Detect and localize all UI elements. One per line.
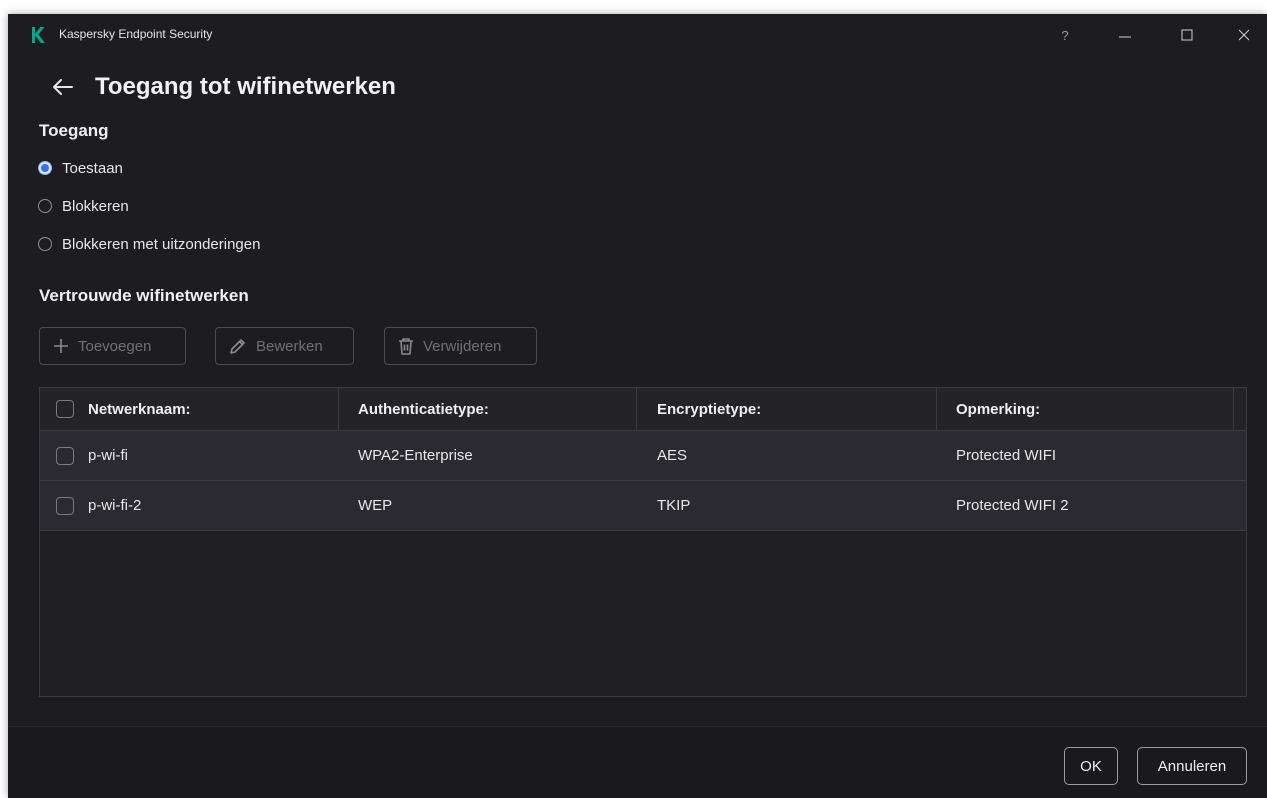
edit-button-label: Bewerken [256,337,323,355]
kaspersky-logo-icon [32,27,45,43]
ok-button-label: OK [1080,757,1102,775]
network-name: p-wi-fi [88,447,128,464]
radio-allow[interactable]: Toestaan [38,156,123,180]
cell-network-name: p-wi-fi-2 [56,481,141,530]
cancel-button-label: Annuleren [1157,757,1227,775]
minimize-button[interactable] [1102,14,1148,56]
access-section-title: Toegang [39,121,109,140]
column-divider[interactable] [936,388,937,430]
table-row[interactable]: p-wi-fi WPA2-Enterprise AES Protected WI… [40,431,1246,481]
add-button-label: Toevoegen [78,337,152,355]
plus-icon [54,339,68,353]
radio-block-with-exceptions[interactable]: Blokkeren met uitzonderingen [38,232,260,256]
column-header-label: Authenticatietype: [358,400,489,418]
column-header-label: Netwerknaam: [88,400,191,418]
cell-auth-type: WEP [358,497,393,514]
cancel-button[interactable]: Annuleren [1137,747,1247,785]
network-name: p-wi-fi-2 [88,497,142,514]
trash-icon [399,338,413,355]
column-network-name[interactable]: Netwerknaam: [56,388,191,430]
page-title: Toegang tot wifinetwerken [95,73,396,100]
column-divider[interactable] [338,388,339,430]
cell-encryption-type: AES [657,447,688,464]
radio-allow-label: Toestaan [62,159,123,177]
back-button[interactable] [48,72,82,102]
column-divider[interactable] [636,388,637,430]
column-comment[interactable]: Opmerking: [956,388,1040,430]
cell-auth-type: WPA2-Enterprise [358,447,473,464]
radio-button[interactable] [38,237,52,251]
edit-button[interactable]: Bewerken [215,327,354,365]
ok-button[interactable]: OK [1064,747,1118,785]
table-header: Netwerknaam: Authenticatietype: Encrypti… [40,388,1246,431]
select-all-checkbox[interactable] [56,400,74,418]
dialog-footer: OK Annuleren [8,726,1267,798]
row-checkbox[interactable] [56,496,74,515]
maximize-icon [1181,29,1193,41]
trusted-networks-table: Netwerknaam: Authenticatietype: Encrypti… [39,387,1247,697]
radio-block[interactable]: Blokkeren [38,194,129,218]
maximize-button[interactable] [1164,14,1210,56]
help-icon: ? [1061,27,1069,43]
delete-button[interactable]: Verwijderen [384,327,537,365]
pencil-icon [230,339,245,354]
delete-button-label: Verwijderen [423,337,502,355]
app-window: Kaspersky Endpoint Security ? Toegang to… [8,14,1267,798]
column-header-label: Encryptietype: [657,400,762,418]
radio-block-label: Blokkeren [62,197,129,215]
cell-network-name: p-wi-fi [56,431,128,480]
app-title: Kaspersky Endpoint Security [59,27,213,41]
radio-button-selected[interactable] [38,161,52,175]
table-row[interactable]: p-wi-fi-2 WEP TKIP Protected WIFI 2 [40,481,1246,531]
help-button[interactable]: ? [1042,14,1088,56]
cell-encryption-type: TKIP [657,497,691,514]
column-auth-type[interactable]: Authenticatietype: [358,388,489,430]
close-icon [1238,29,1250,41]
title-bar: Kaspersky Endpoint Security ? [8,14,1267,56]
close-button[interactable] [1221,14,1267,56]
arrow-left-icon [53,79,73,95]
column-encryption-type[interactable]: Encryptietype: [657,388,761,430]
trusted-networks-title: Vertrouwde wifinetwerken [39,286,249,305]
column-divider[interactable] [1233,388,1234,430]
add-button[interactable]: Toevoegen [39,327,186,365]
minimize-icon [1119,36,1131,38]
cell-comment: Protected WIFI [956,447,1057,464]
row-checkbox[interactable] [56,446,74,465]
radio-button[interactable] [38,199,52,213]
column-header-label: Opmerking: [956,400,1041,418]
cell-comment: Protected WIFI 2 [956,497,1069,514]
radio-block-with-exceptions-label: Blokkeren met uitzonderingen [62,235,261,253]
